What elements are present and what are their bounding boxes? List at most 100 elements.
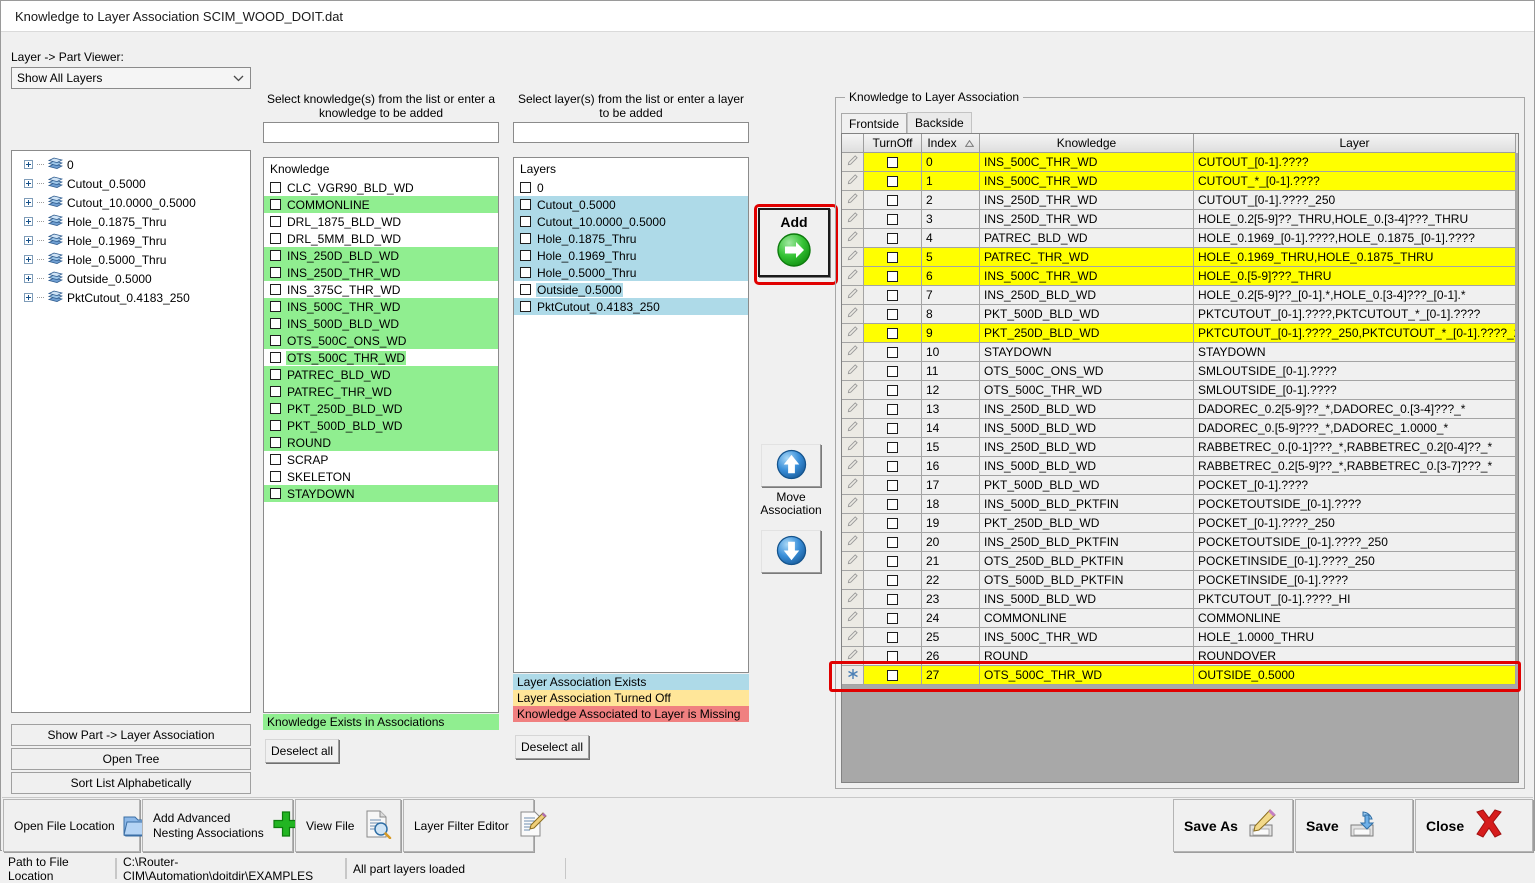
list-item[interactable]: Cutout_0.5000	[514, 196, 748, 213]
table-row[interactable]: 16INS_500D_BLD_WDRABBETREC_0.2[5-9]??_*,…	[842, 457, 1518, 476]
row-knowledge-cell[interactable]: INS_500C_THR_WD	[980, 172, 1194, 191]
row-turnoff-cell[interactable]	[864, 590, 922, 609]
row-marker-cell[interactable]	[842, 381, 864, 400]
row-marker-cell[interactable]	[842, 286, 864, 305]
row-marker-cell[interactable]	[842, 457, 864, 476]
row-marker-cell[interactable]	[842, 571, 864, 590]
row-knowledge-cell[interactable]: OTS_500D_BLD_PKTFIN	[980, 571, 1194, 590]
list-item-checkbox[interactable]	[270, 267, 281, 278]
table-row[interactable]: 25INS_500C_THR_WDHOLE_1.0000_THRU	[842, 628, 1518, 647]
row-index-cell[interactable]: 11	[922, 362, 980, 381]
row-knowledge-cell[interactable]: INS_250D_BLD_WD	[980, 400, 1194, 419]
list-item-checkbox[interactable]	[270, 420, 281, 431]
tree-item[interactable]: Hole_0.5000_Thru	[16, 250, 250, 269]
list-item-checkbox[interactable]	[520, 267, 531, 278]
row-knowledge-cell[interactable]: PATREC_THR_WD	[980, 248, 1194, 267]
row-turnoff-cell[interactable]	[864, 305, 922, 324]
layer-input[interactable]	[513, 122, 749, 143]
tree-item[interactable]: PktCutout_0.4183_250	[16, 288, 250, 307]
row-index-cell[interactable]: 17	[922, 476, 980, 495]
row-knowledge-cell[interactable]: INS_250D_BLD_WD	[980, 286, 1194, 305]
row-index-cell[interactable]: 27	[922, 666, 980, 685]
row-layer-cell[interactable]: POCKETINSIDE_[0-1].????_250	[1194, 552, 1516, 571]
list-item[interactable]: PATREC_THR_WD	[264, 383, 498, 400]
row-index-cell[interactable]: 21	[922, 552, 980, 571]
row-layer-cell[interactable]: PKTCUTOUT_[0-1].????,PKTCUTOUT_*_[0-1].?…	[1194, 305, 1516, 324]
list-item[interactable]: INS_250D_THR_WD	[264, 264, 498, 281]
tree-item[interactable]: Cutout_0.5000	[16, 174, 250, 193]
list-item[interactable]: INS_375C_THR_WD	[264, 281, 498, 298]
row-marker-cell[interactable]	[842, 305, 864, 324]
expand-icon[interactable]	[24, 293, 33, 302]
row-layer-cell[interactable]: SMLOUTSIDE_[0-1].????	[1194, 381, 1516, 400]
row-layer-cell[interactable]: ROUNDOVER	[1194, 647, 1516, 666]
row-marker-cell[interactable]	[842, 590, 864, 609]
list-item[interactable]: PKT_500D_BLD_WD	[264, 417, 498, 434]
grid-header-knowledge[interactable]: Knowledge	[980, 134, 1194, 153]
move-association-up-button[interactable]	[761, 444, 821, 487]
save-as-button[interactable]: Save As	[1173, 799, 1293, 852]
grid-header-turnoff[interactable]: TurnOff	[864, 134, 922, 153]
table-row[interactable]: 0INS_500C_THR_WDCUTOUT_[0-1].????	[842, 153, 1518, 172]
row-marker-cell[interactable]	[842, 362, 864, 381]
row-marker-cell[interactable]	[842, 267, 864, 286]
list-item[interactable]: COMMONLINE	[264, 196, 498, 213]
table-row[interactable]: 24COMMONLINECOMMONLINE	[842, 609, 1518, 628]
list-item-checkbox[interactable]	[520, 233, 531, 244]
row-index-cell[interactable]: 0	[922, 153, 980, 172]
row-index-cell[interactable]: 13	[922, 400, 980, 419]
layer-deselect-all-button[interactable]: Deselect all	[515, 735, 589, 759]
row-knowledge-cell[interactable]: INS_250D_BLD_PKTFIN	[980, 533, 1194, 552]
row-knowledge-cell[interactable]: OTS_500C_THR_WD	[980, 381, 1194, 400]
row-knowledge-cell[interactable]: PKT_250D_BLD_WD	[980, 324, 1194, 343]
turnoff-checkbox[interactable]	[887, 309, 898, 320]
list-item[interactable]: PktCutout_0.4183_250	[514, 298, 748, 315]
row-knowledge-cell[interactable]: OTS_500C_THR_WD	[980, 666, 1194, 685]
layer-filter-editor-button[interactable]: Layer Filter Editor	[403, 799, 534, 852]
row-layer-cell[interactable]: HOLE_1.0000_THRU	[1194, 628, 1516, 647]
row-turnoff-cell[interactable]	[864, 381, 922, 400]
turnoff-checkbox[interactable]	[887, 176, 898, 187]
list-item[interactable]: 0	[514, 179, 748, 196]
list-item-checkbox[interactable]	[270, 488, 281, 499]
row-knowledge-cell[interactable]: PKT_250D_BLD_WD	[980, 514, 1194, 533]
row-layer-cell[interactable]: HOLE_0.1969_THRU,HOLE_0.1875_THRU	[1194, 248, 1516, 267]
list-item-checkbox[interactable]	[270, 199, 281, 210]
row-marker-cell[interactable]	[842, 191, 864, 210]
row-turnoff-cell[interactable]	[864, 571, 922, 590]
list-item-checkbox[interactable]	[520, 182, 531, 193]
row-turnoff-cell[interactable]	[864, 647, 922, 666]
turnoff-checkbox[interactable]	[887, 670, 898, 681]
list-item[interactable]: DRL_5MM_BLD_WD	[264, 230, 498, 247]
row-index-cell[interactable]: 18	[922, 495, 980, 514]
row-knowledge-cell[interactable]: INS_500C_THR_WD	[980, 267, 1194, 286]
row-layer-cell[interactable]: CUTOUT_[0-1].????_250	[1194, 191, 1516, 210]
row-knowledge-cell[interactable]: INS_500D_BLD_PKTFIN	[980, 495, 1194, 514]
table-row[interactable]: 5PATREC_THR_WDHOLE_0.1969_THRU,HOLE_0.18…	[842, 248, 1518, 267]
row-layer-cell[interactable]: OUTSIDE_0.5000	[1194, 666, 1516, 685]
row-marker-cell[interactable]	[842, 343, 864, 362]
row-turnoff-cell[interactable]	[864, 267, 922, 286]
list-item-checkbox[interactable]	[270, 454, 281, 465]
expand-icon[interactable]	[24, 255, 33, 264]
list-item-checkbox[interactable]	[270, 182, 281, 193]
layer-list[interactable]: Layers 0Cutout_0.5000Cutout_10.0000_0.50…	[513, 157, 749, 673]
grid-header-layer[interactable]: Layer	[1194, 134, 1516, 153]
row-index-cell[interactable]: 1	[922, 172, 980, 191]
open-file-location-button[interactable]: Open File Location	[3, 799, 140, 852]
table-row[interactable]: 10STAYDOWNSTAYDOWN	[842, 343, 1518, 362]
row-knowledge-cell[interactable]: ROUND	[980, 647, 1194, 666]
table-row[interactable]: 11OTS_500C_ONS_WDSMLOUTSIDE_[0-1].????	[842, 362, 1518, 381]
row-index-cell[interactable]: 25	[922, 628, 980, 647]
row-turnoff-cell[interactable]	[864, 495, 922, 514]
tab-frontside[interactable]: Frontside	[841, 113, 907, 135]
list-item[interactable]: INS_500D_BLD_WD	[264, 315, 498, 332]
turnoff-checkbox[interactable]	[887, 366, 898, 377]
expand-icon[interactable]	[24, 217, 33, 226]
row-index-cell[interactable]: 3	[922, 210, 980, 229]
turnoff-checkbox[interactable]	[887, 385, 898, 396]
list-item-checkbox[interactable]	[270, 284, 281, 295]
row-index-cell[interactable]: 7	[922, 286, 980, 305]
row-layer-cell[interactable]: RABBETREC_0.[0-1]???_*,RABBETREC_0.2[0-4…	[1194, 438, 1516, 457]
row-knowledge-cell[interactable]: OTS_500C_ONS_WD	[980, 362, 1194, 381]
